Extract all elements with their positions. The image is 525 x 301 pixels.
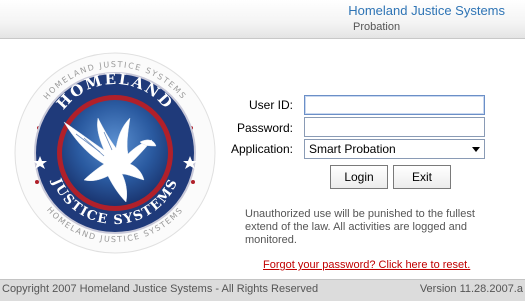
app-header: Homeland Justice Systems Probation — [0, 0, 525, 39]
login-button-label: Login — [344, 170, 374, 184]
exit-button[interactable]: Exit — [393, 165, 451, 189]
application-label: Application: — [230, 142, 293, 156]
copyright-text: Copyright 2007 Homeland Justice Systems … — [2, 283, 319, 295]
exit-button-label: Exit — [411, 170, 432, 184]
app-title: Homeland Justice Systems — [348, 3, 505, 18]
security-notice: Unauthorized use will be punished to the… — [245, 208, 475, 246]
password-input[interactable] — [304, 117, 485, 137]
application-selected-value: Smart Probation — [309, 142, 396, 156]
version-text: Version 11.28.2007.a — [419, 283, 523, 295]
app-subtitle: Probation — [353, 21, 401, 33]
user-id-label: User ID: — [248, 98, 293, 112]
status-footer: Copyright 2007 Homeland Justice Systems … — [0, 279, 525, 301]
forgot-password-link[interactable]: Forgot your password? Click here to rese… — [263, 259, 470, 271]
application-select[interactable]: Smart Probation — [304, 139, 485, 159]
user-id-input[interactable] — [304, 95, 485, 115]
password-label: Password: — [236, 121, 293, 135]
dropdown-arrow-icon[interactable] — [472, 147, 480, 152]
login-button[interactable]: Login — [330, 165, 388, 189]
